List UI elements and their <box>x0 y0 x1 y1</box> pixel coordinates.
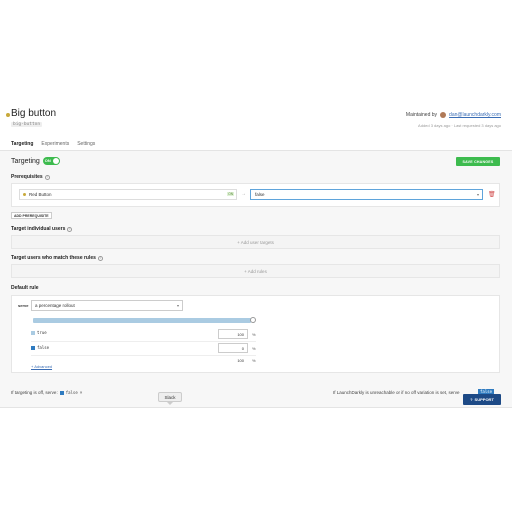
flag-meta: Added 3 days ago · Last requested 3 days… <box>418 123 501 128</box>
info-icon[interactable]: i <box>97 255 103 261</box>
rules-label: Target users who match these rules <box>11 255 96 261</box>
advanced-link[interactable]: + Advanced <box>31 364 52 369</box>
individual-targets-heading: Target individual users i <box>11 226 73 232</box>
rules-heading: Target users who match these rules i <box>11 255 103 261</box>
prerequisite-variation-value: false <box>255 192 265 197</box>
tooltip-pointer <box>167 402 173 405</box>
variation-percent-input[interactable]: 100 <box>218 329 248 339</box>
individual-targets-label: Target individual users <box>11 226 66 232</box>
help-icon: ? <box>470 397 473 402</box>
default-rule-heading: Default rule <box>11 285 39 291</box>
add-prerequisite-button[interactable]: ADD PREREQUISITE <box>11 212 52 219</box>
off-variation: If targeting is off, serve: false × <box>11 390 82 395</box>
prerequisite-flag-name: Red Button <box>29 192 52 197</box>
info-icon[interactable]: i <box>67 226 73 232</box>
variation-color-swatch <box>31 330 35 335</box>
flag-status-dot <box>6 113 10 117</box>
slack-button[interactable]: Slack <box>158 392 182 402</box>
percent-sign: % <box>252 332 256 337</box>
save-changes-button[interactable]: SAVE CHANGES <box>456 157 500 166</box>
page-title: Big button <box>11 108 57 119</box>
chevron-down-icon: ▾ <box>176 303 179 308</box>
targeting-toggle[interactable]: ON <box>42 157 60 165</box>
variation-color-swatch <box>31 345 35 350</box>
rollout-slider-handle[interactable] <box>250 317 256 323</box>
variation-name: true <box>37 330 47 335</box>
maintained-by-label: Maintained by <box>405 112 438 118</box>
arrow-right-icon: → <box>241 191 246 197</box>
variation-name: false <box>37 345 50 350</box>
flag-on-badge: ON <box>227 192 234 196</box>
maintainer-email-link[interactable]: dan@launchdarkly.com <box>449 112 501 118</box>
chevron-down-icon: ▾ <box>476 192 479 197</box>
rollout-slider-track[interactable] <box>33 318 251 323</box>
row-divider <box>31 341 256 342</box>
toggle-on-label: ON <box>44 158 51 163</box>
off-serve-value[interactable]: false <box>66 390 78 395</box>
default-rule-label: Default rule <box>11 285 39 291</box>
percent-sign: % <box>252 346 256 351</box>
percent-total: 100 <box>237 357 244 363</box>
percent-sign: % <box>252 358 256 363</box>
targeting-header: Targeting ON <box>11 157 60 165</box>
variation-row: true <box>31 330 47 335</box>
prerequisite-flag-select[interactable]: Red Button ON <box>19 189 237 200</box>
serve-label: serve <box>18 303 29 308</box>
toggle-knob <box>52 158 59 164</box>
page-bottom-divider <box>0 407 512 408</box>
off-serve-label: If targeting is off, serve: <box>11 390 58 395</box>
flag-status-dot <box>23 193 26 196</box>
maintainer: Maintained by dan@launchdarkly.com <box>406 112 501 118</box>
serve-select-value: a percentage rollout <box>35 303 75 308</box>
prerequisites-label: Prerequisites <box>11 174 43 180</box>
prerequisite-variation-select[interactable]: false ▾ <box>250 189 483 200</box>
serve-select[interactable]: a percentage rollout ▾ <box>31 300 183 311</box>
variation-color-swatch <box>59 390 64 395</box>
variation-percent-input[interactable]: 0 <box>218 343 248 353</box>
close-icon[interactable]: × <box>80 390 83 395</box>
add-user-targets-button[interactable]: + Add user targets <box>11 235 500 249</box>
variation-row: false <box>31 345 49 350</box>
support-button[interactable]: ? SUPPORT <box>463 394 501 405</box>
targeting-label: Targeting <box>11 157 40 165</box>
unreachable-serve-label: If LaunchDarkly is unreachable or if no … <box>333 390 460 395</box>
info-icon[interactable]: i <box>44 174 50 180</box>
trash-icon[interactable]: 🗑 <box>488 191 496 198</box>
prerequisites-heading: Prerequisites i <box>11 174 50 180</box>
avatar <box>440 112 447 118</box>
add-rules-button[interactable]: + Add rules <box>11 264 500 278</box>
support-label: SUPPORT <box>474 397 494 402</box>
flag-key: big-button <box>11 122 43 127</box>
